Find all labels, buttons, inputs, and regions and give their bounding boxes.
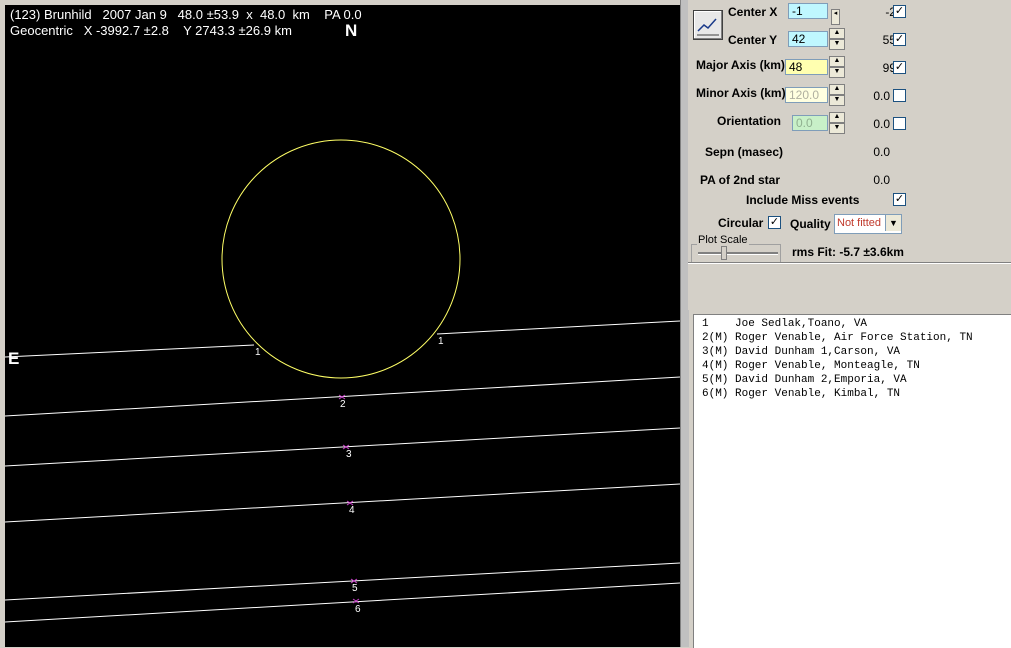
major-axis-label: Major Axis (km) (696, 58, 785, 72)
panel-divider (688, 262, 1011, 264)
major-axis-spinner[interactable]: ▲ ▼ (829, 56, 845, 78)
plot-scale-track[interactable] (698, 252, 778, 255)
center-y-checkbox[interactable]: ✓ (893, 33, 906, 46)
chord-1-left (5, 344, 255, 358)
occultation-plot[interactable]: 1 1 2 3 4 5 6 (123) Brunhild 2007 Jan 9 … (5, 5, 680, 647)
pa-2nd-star-label: PA of 2nd star (700, 173, 781, 187)
minor-axis-input[interactable]: 120.0 (785, 87, 828, 103)
plot-header-line1: (123) Brunhild 2007 Jan 9 48.0 ±53.9 x 4… (10, 7, 362, 22)
list-item[interactable]: 1 Joe Sedlak,Toano, VA (702, 318, 867, 330)
fit-control-panel: Center X -1 ◂▸ -2.4 ✓ Center Y 42 ▲▼ 55.… (688, 0, 1011, 310)
center-x-checkbox[interactable]: ✓ (893, 5, 906, 18)
east-label: E (8, 349, 20, 368)
circular-checkbox[interactable]: ✓ (768, 216, 781, 229)
chord-label: 3 (346, 449, 352, 460)
orientation-input[interactable]: 0.0 (792, 115, 828, 131)
plot-header-line2: Geocentric X -3992.7 ±2.8 Y 2743.3 ±26.9… (10, 23, 292, 38)
list-item[interactable]: 3(M) David Dunham 1,Carson, VA (702, 346, 900, 358)
north-label: N (345, 21, 358, 40)
rms-fit-text: rms Fit: -5.7 ±3.6km (792, 245, 904, 259)
center-y-spinner[interactable]: ▲ ▼ (829, 28, 845, 50)
sepn-result: 0.0 (873, 145, 890, 159)
quality-selected: Not fitted (837, 217, 882, 229)
center-x-input[interactable]: -1 (788, 3, 828, 19)
list-item[interactable]: 2(M) Roger Venable, Air Force Station, T… (702, 332, 973, 344)
center-y-label: Center Y (728, 33, 778, 47)
pa-2nd-star-result: 0.0 (873, 173, 890, 187)
plot-canvas: 1 1 2 3 4 5 6 (5, 139, 680, 623)
plot-scale-label: Plot Scale (697, 234, 749, 246)
center-x-spinner[interactable]: ◂▸ (831, 2, 847, 48)
chord-3 (5, 427, 680, 467)
chord-5 (5, 562, 680, 601)
chevron-down-icon: ▼ (885, 215, 901, 231)
asteroid-profile-ellipse (221, 139, 461, 379)
list-item[interactable]: 5(M) David Dunham 2,Emporia, VA (702, 374, 907, 386)
include-miss-checkbox[interactable]: ✓ (893, 193, 906, 206)
chord-6 (5, 582, 680, 623)
minor-axis-result: 0.0 (873, 89, 890, 103)
orientation-spinner[interactable]: ▲ ▼ (829, 112, 845, 134)
orientation-result: 0.0 (873, 117, 890, 131)
quality-dropdown[interactable]: Not fitted ▼ (834, 214, 902, 234)
quality-label: Quality (790, 217, 831, 231)
center-y-input[interactable]: 42 (788, 31, 828, 47)
plot-chart-icon (697, 18, 719, 36)
chord-label: 1 (255, 347, 261, 358)
list-item[interactable]: 4(M) Roger Venable, Monteagle, TN (702, 360, 920, 372)
include-miss-label: Include Miss events (746, 193, 860, 207)
orientation-checkbox[interactable] (893, 117, 906, 130)
sepn-label: Sepn (masec) (705, 145, 784, 159)
chord-label: 4 (349, 505, 355, 516)
chord-label: 5 (352, 583, 358, 594)
observer-list[interactable]: 1 Joe Sedlak,Toano, VA 2(M) Roger Venabl… (693, 314, 1011, 648)
list-item[interactable]: 6(M) Roger Venable, Kimbal, TN (702, 388, 900, 400)
chord-label: 6 (355, 604, 361, 615)
chord-4 (5, 483, 680, 523)
orientation-label: Orientation (717, 114, 782, 128)
major-axis-checkbox[interactable]: ✓ (893, 61, 906, 74)
major-axis-input[interactable]: 48 (785, 59, 828, 75)
minor-axis-spinner[interactable]: ▲ ▼ (829, 84, 845, 106)
center-x-label: Center X (728, 5, 778, 19)
chord-label: 2 (340, 399, 346, 410)
plot-button[interactable] (693, 10, 723, 40)
circular-label: Circular (718, 216, 764, 230)
plot-scale-slider[interactable] (721, 246, 727, 260)
minor-axis-checkbox[interactable] (893, 89, 906, 102)
chord-label: 1 (438, 336, 444, 347)
minor-axis-label: Minor Axis (km) (696, 86, 786, 100)
chord-1-right (436, 320, 680, 335)
